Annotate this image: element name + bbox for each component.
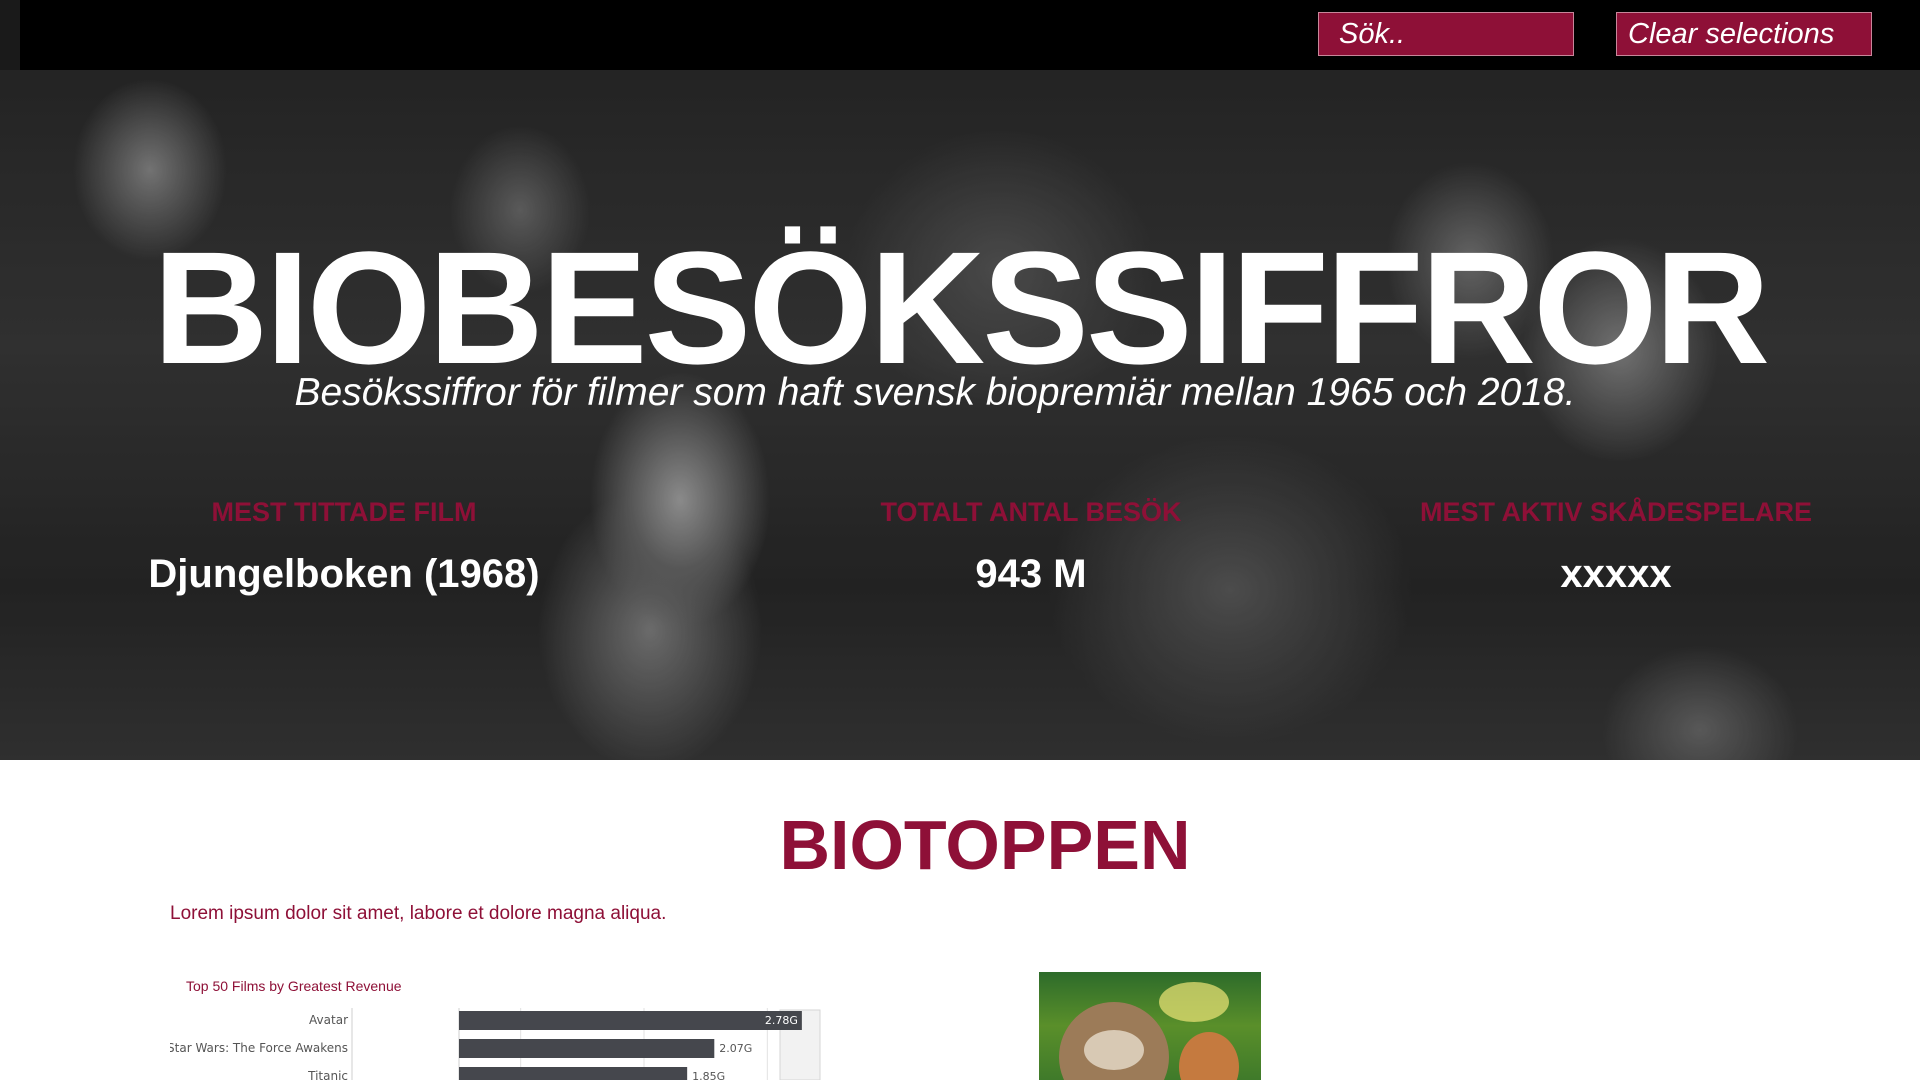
chart-bar[interactable] <box>459 1039 715 1058</box>
chart-value-label: 1.85G <box>692 1070 725 1080</box>
chart-category-label: Star Wars: The Force Awakens <box>170 1041 348 1055</box>
chart-value-label: 2.78G <box>765 1014 798 1027</box>
kpi-total-visits: TOTALT ANTAL BESÖK 943 M <box>751 495 1311 599</box>
hero-subtitle: Besökssiffror för filmer som haft svensk… <box>294 371 1576 414</box>
top-films-bar-chart[interactable]: Avatar 2.78G Star Wars: The Force Awakens 2… <box>170 1000 830 1080</box>
chart-title: Top 50 Films by Greatest Revenue <box>186 978 402 994</box>
left-edge <box>0 0 20 70</box>
section-title: BIOTOPPEN <box>779 806 1191 884</box>
clear-selections-button[interactable]: Clear selections <box>1616 12 1872 56</box>
chart-category-label: Avatar <box>309 1013 348 1027</box>
kpi-value: xxxxx <box>1560 552 1672 596</box>
chart-bar[interactable] <box>459 1011 802 1030</box>
section-intro: Lorem ipsum dolor sit amet, labore et do… <box>170 903 667 924</box>
search-button[interactable]: Sök.. <box>1318 12 1574 56</box>
hero-banner: BIOBESÖKSSIFFROR Besökssiffror för filme… <box>0 70 1920 760</box>
kpi-label: MEST AKTIV SKÅDESPELARE <box>1419 497 1813 527</box>
film-poster-image <box>1039 972 1261 1080</box>
kpi-value: 943 M <box>975 552 1087 596</box>
chart-category-label: Titanic <box>307 1069 348 1080</box>
chart-bar[interactable] <box>459 1067 688 1080</box>
chart-value-label: 2.07G <box>719 1042 752 1055</box>
kpi-most-active-actor: MEST AKTIV SKÅDESPELARE xxxxx <box>1336 495 1896 599</box>
kpi-label: MEST TITTADE FILM <box>211 497 477 527</box>
kpi-value: Djungelboken (1968) <box>148 552 540 596</box>
kpi-most-watched-film: MEST TITTADE FILM Djungelboken (1968) <box>64 495 624 599</box>
kpi-label: TOTALT ANTAL BESÖK <box>880 497 1182 527</box>
